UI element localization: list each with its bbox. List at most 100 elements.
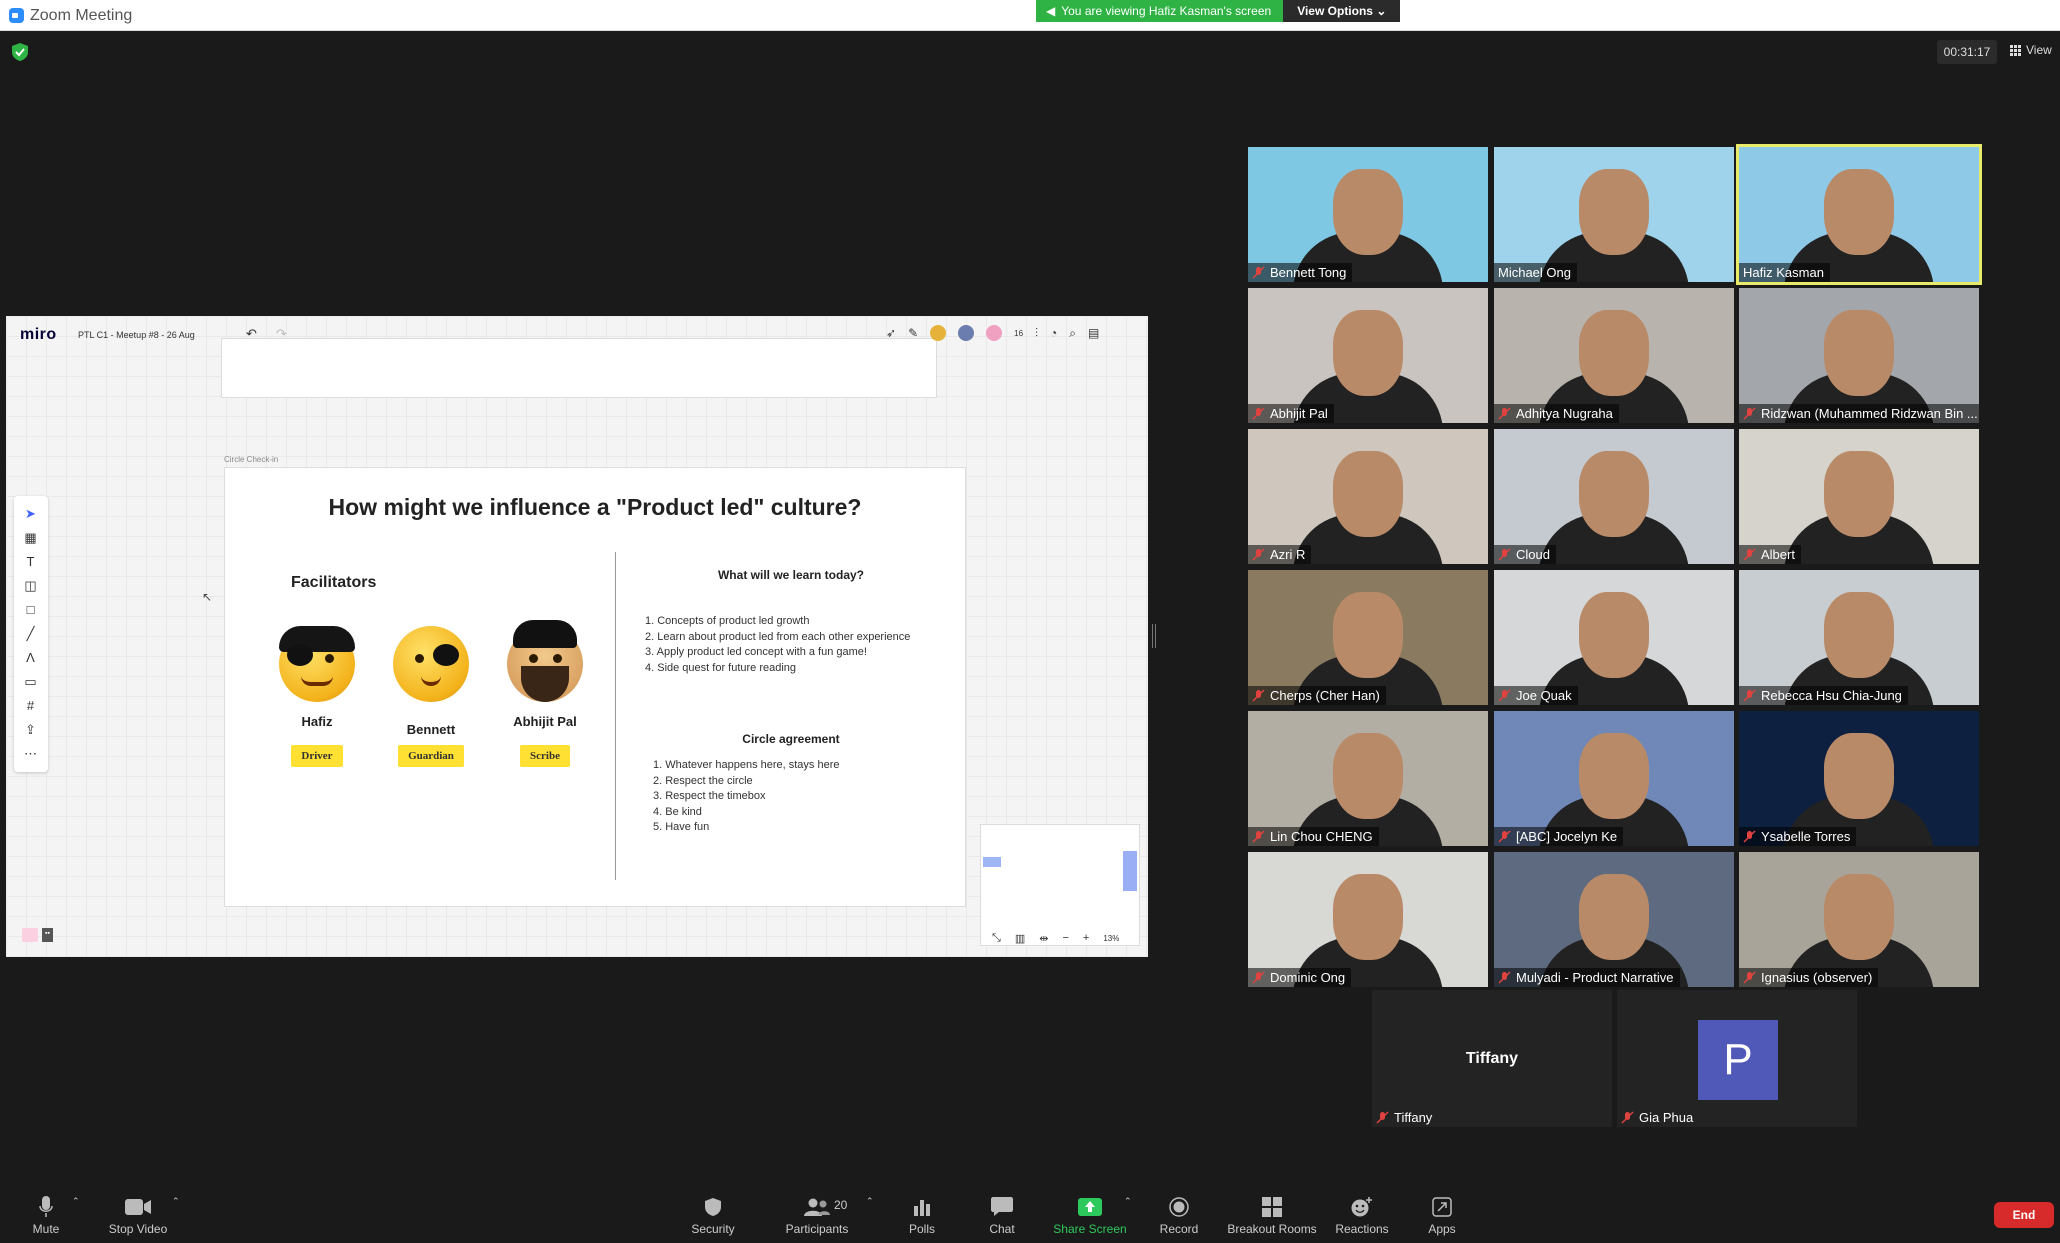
security-button[interactable]: Security	[688, 1196, 738, 1236]
fit-icon[interactable]: ⇹	[1039, 932, 1048, 945]
video-tile[interactable]: Hafiz Kasman	[1736, 144, 1982, 285]
title-bar: Zoom Meeting	[0, 0, 2060, 31]
shared-screen[interactable]: miro PTL C1 - Meetup #8 - 26 Aug ↶ ↷ ➶ ✎…	[6, 316, 1148, 957]
mute-button[interactable]: Mute	[26, 1196, 66, 1236]
collapse-icon[interactable]: ⤡	[992, 932, 1001, 945]
video-tile[interactable]: Ignasius (observer)	[1739, 852, 1979, 987]
shape-tool-icon[interactable]: □	[23, 602, 38, 617]
participant-name: Ridzwan (Muhammed Ridzwan Bin ...	[1739, 404, 1979, 423]
chevron-up-icon[interactable]: ⌃	[1124, 1196, 1132, 1207]
participant-name: Hafiz Kasman	[1739, 263, 1830, 282]
undo-icon[interactable]: ↶	[246, 326, 257, 342]
board-name[interactable]: PTL C1 - Meetup #8 - 26 Aug	[78, 330, 195, 340]
video-tile[interactable]: Adhitya Nugraha	[1494, 288, 1734, 423]
mouse-cursor-icon: ↖	[202, 590, 213, 604]
video-tile[interactable]: Tiffany Tiffany	[1372, 990, 1612, 1127]
record-icon	[1158, 1196, 1200, 1218]
video-tile[interactable]: Ysabelle Torres	[1739, 711, 1979, 846]
chevron-up-icon[interactable]: ⌃	[866, 1196, 874, 1207]
muted-mic-icon	[1743, 689, 1756, 702]
video-tile[interactable]: Ridzwan (Muhammed Ridzwan Bin ...	[1739, 288, 1979, 423]
search-icon[interactable]: ⌕	[1069, 326, 1076, 341]
redo-icon[interactable]: ↷	[276, 326, 287, 342]
chevron-up-icon[interactable]: ⌃	[72, 1196, 80, 1207]
muted-mic-icon	[1252, 830, 1265, 843]
cursor-tool-icon[interactable]: ➶	[886, 326, 896, 340]
avatar[interactable]	[930, 325, 947, 341]
zoom-in-icon[interactable]: +	[1083, 932, 1089, 944]
polls-icon	[904, 1196, 940, 1218]
list-item: 3. Apply product led concept with a fun …	[645, 646, 867, 658]
chat-icon[interactable]: ▪▪	[42, 928, 53, 942]
video-tile[interactable]: P Gia Phua	[1617, 990, 1857, 1127]
settings-sliders-icon[interactable]: ⫶	[1035, 326, 1038, 341]
sticky-note-tool-icon[interactable]: ◫	[23, 578, 38, 593]
stop-video-button[interactable]: Stop Video	[104, 1196, 172, 1236]
participant-head	[1824, 874, 1894, 960]
line-tool-icon[interactable]: ╱	[23, 626, 38, 641]
video-tile[interactable]: Michael Ong	[1494, 147, 1734, 282]
video-tile[interactable]: [ABC] Jocelyn Ke	[1494, 711, 1734, 846]
participant-head	[1824, 310, 1894, 396]
breakout-rooms-button[interactable]: Breakout Rooms	[1226, 1196, 1318, 1236]
video-tile[interactable]: Mulyadi - Product Narrative	[1494, 852, 1734, 987]
video-tile[interactable]: Cherps (Cher Han)	[1248, 570, 1488, 705]
video-tile[interactable]: Bennett Tong	[1248, 147, 1488, 282]
avatar[interactable]	[22, 928, 38, 942]
chat-button[interactable]: Chat	[984, 1196, 1020, 1236]
share-screen-icon	[1052, 1196, 1128, 1218]
comment-tool-icon[interactable]: ▭	[23, 674, 38, 689]
end-meeting-button[interactable]: End	[1994, 1202, 2054, 1228]
mute-label: Mute	[32, 1222, 60, 1236]
zoom-out-icon[interactable]: −	[1062, 932, 1068, 944]
share-screen-button[interactable]: Share Screen	[1052, 1196, 1128, 1236]
panel-splitter[interactable]	[1152, 624, 1156, 648]
text-tool-icon[interactable]: T	[23, 554, 38, 569]
video-tile[interactable]: Rebecca Hsu Chia-Jung	[1739, 570, 1979, 705]
video-tile[interactable]: Azri R	[1248, 429, 1488, 564]
muted-mic-icon	[1252, 266, 1265, 279]
pen-tool-icon[interactable]: Ʌ	[23, 650, 38, 665]
video-tile[interactable]: Abhijit Pal	[1248, 288, 1488, 423]
template-tool-icon[interactable]: ▦	[23, 530, 38, 545]
facilitator-name: Bennett	[406, 722, 456, 737]
view-button[interactable]: View	[2010, 43, 2052, 57]
apps-button[interactable]: Apps	[1424, 1196, 1460, 1236]
frame-tool-icon[interactable]: #	[23, 698, 38, 713]
comments-icon[interactable]: ◔	[1050, 326, 1057, 340]
participant-name-text: Gia Phua	[1639, 1110, 1694, 1125]
miro-topbar-right: ➶ ✎ 16 ⫶ ◔ ⌕ ▤	[886, 325, 1099, 341]
select-tool-icon[interactable]: ➤	[23, 506, 38, 521]
apps-label: Apps	[1428, 1222, 1456, 1236]
pen-icon[interactable]: ✎	[908, 326, 918, 340]
breakout-rooms-label: Breakout Rooms	[1227, 1222, 1317, 1236]
record-button[interactable]: Record	[1158, 1196, 1200, 1236]
participants-count: 20	[834, 1198, 848, 1212]
gallery-grid-icon	[2010, 44, 2021, 56]
more-tools-icon[interactable]: ⋯	[23, 746, 38, 761]
check-in-frame[interactable]: How might we influence a "Product led" c…	[224, 467, 966, 907]
view-options-button[interactable]: View Options ⌄	[1283, 0, 1401, 22]
video-tile[interactable]: Lin Chou CHENG	[1248, 711, 1488, 846]
facilitator-card[interactable]: Hafiz Driver	[267, 626, 367, 767]
participants-label: Participants	[785, 1222, 849, 1236]
video-tile[interactable]: Joe Quak	[1494, 570, 1734, 705]
avatar[interactable]	[958, 325, 975, 341]
video-tile[interactable]: Dominic Ong	[1248, 852, 1488, 987]
avatar[interactable]	[986, 325, 1003, 341]
video-tile[interactable]: Albert	[1739, 429, 1979, 564]
chat-bubble-icon	[984, 1196, 1020, 1218]
chevron-up-icon[interactable]: ⌃	[172, 1196, 180, 1207]
encryption-shield-icon[interactable]	[12, 43, 28, 61]
notes-icon[interactable]: ▤	[1088, 326, 1099, 340]
map-icon[interactable]: ▥	[1015, 932, 1025, 945]
learn-list: 1. Concepts of product led growth 2. Lea…	[645, 614, 910, 676]
reactions-button[interactable]: Reactions	[1334, 1196, 1390, 1236]
upload-tool-icon[interactable]: ⇪	[23, 722, 38, 737]
pirate-beard-emoji-icon	[507, 620, 583, 702]
polls-button[interactable]: Polls	[904, 1196, 940, 1236]
video-tile[interactable]: Cloud	[1494, 429, 1734, 564]
list-item: 5. Have fun	[653, 821, 710, 833]
facilitator-card[interactable]: Abhijit Pal Scribe	[495, 620, 595, 767]
facilitator-card[interactable]: Bennett Guardian	[381, 626, 481, 767]
